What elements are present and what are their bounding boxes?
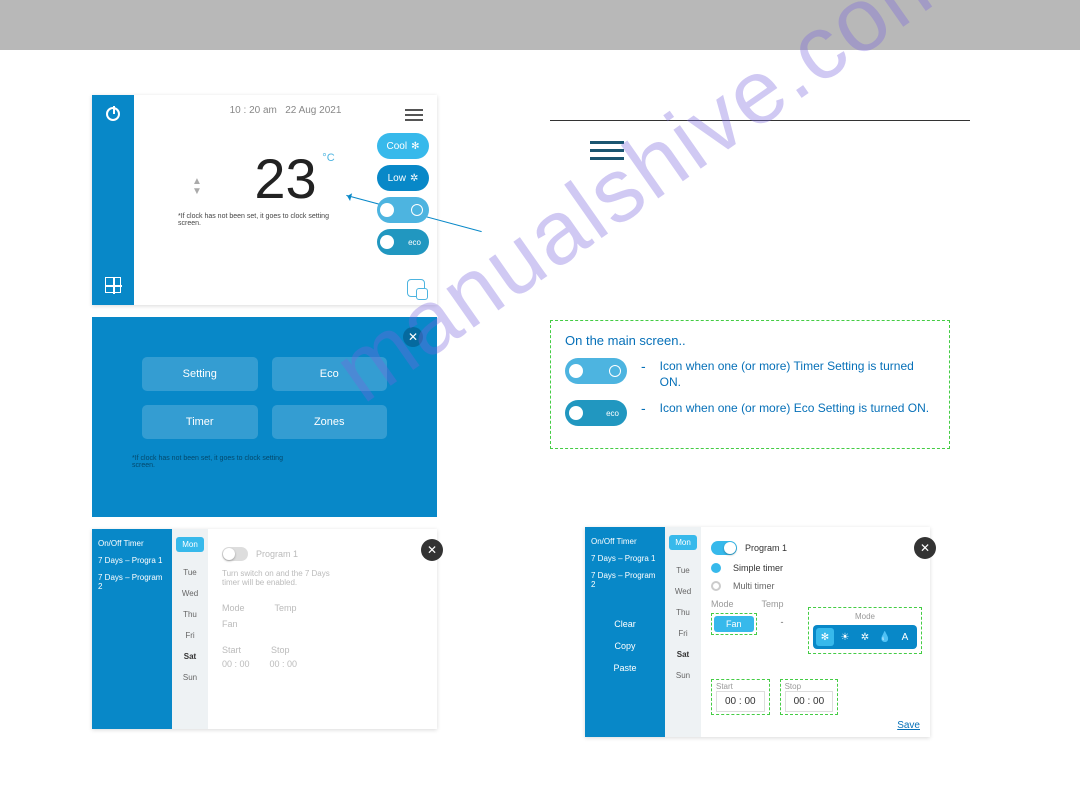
hamburger-icon-large (590, 141, 624, 160)
close-button[interactable]: ✕ (421, 539, 443, 561)
day-fri[interactable]: Fri (185, 631, 194, 640)
datetime: 10 : 20 am 22 Aug 2021 (148, 105, 423, 116)
days-column: Mon Tue Wed Thu Fri Sat Sun (665, 527, 701, 737)
day-sun[interactable]: Sun (676, 671, 690, 680)
close-button[interactable]: ✕ (914, 537, 936, 559)
zones-icon[interactable] (105, 277, 121, 293)
save-link[interactable]: Save (897, 720, 920, 731)
fan-mode-value[interactable]: Fan (714, 616, 754, 632)
timer-button[interactable]: Timer (142, 405, 258, 439)
day-mon[interactable]: Mon (669, 535, 697, 550)
day-sat[interactable]: Sat (677, 650, 689, 659)
page-header-bar (0, 0, 1080, 50)
fan-icon: ✲ (410, 173, 418, 184)
day-tue[interactable]: Tue (676, 566, 690, 575)
divider (550, 120, 970, 121)
cool-button[interactable]: Cool ✻ (377, 133, 429, 159)
program-1-link[interactable]: 7 Days – Progra 1 (591, 554, 659, 563)
main-screen-panel: 10 : 20 am 22 Aug 2021 ▲▼ 23°C *If clock… (92, 95, 437, 305)
power-icon[interactable] (106, 107, 120, 121)
hamburger-icon[interactable] (405, 109, 423, 121)
day-fri[interactable]: Fri (678, 629, 687, 638)
swap-icon[interactable] (407, 279, 425, 297)
fan-low-button[interactable]: Low ✲ (377, 165, 429, 191)
eco-toggle[interactable]: eco (377, 229, 429, 255)
zones-button[interactable]: Zones (272, 405, 388, 439)
close-button[interactable]: ✕ (403, 327, 423, 347)
day-tue[interactable]: Tue (183, 568, 197, 577)
mode-dry-icon[interactable]: 💧 (876, 628, 894, 646)
main-sidebar (92, 95, 134, 305)
timer-info-text: Icon when one (or more) Timer Setting is… (660, 358, 935, 390)
day-thu[interactable]: Thu (183, 610, 197, 619)
clock-note: *If clock has not been set, it goes to c… (178, 213, 338, 227)
day-wed[interactable]: Wed (182, 589, 198, 598)
mode-fan-icon[interactable]: ✲ (856, 628, 874, 646)
eco-button[interactable]: Eco (272, 357, 388, 391)
day-wed[interactable]: Wed (675, 587, 691, 596)
eco-info-text: Icon when one (or more) Eco Setting is t… (660, 400, 929, 416)
multi-radio[interactable] (711, 581, 721, 591)
mode-cool-icon[interactable]: ✻ (816, 628, 834, 646)
day-mon[interactable]: Mon (176, 537, 204, 552)
timer-title: On/Off Timer (98, 539, 166, 548)
program-1-link[interactable]: 7 Days – Progra 1 (98, 556, 166, 565)
stop-time-box[interactable]: Stop 00 : 00 (780, 679, 839, 715)
simple-radio[interactable] (711, 563, 721, 573)
day-sun[interactable]: Sun (183, 673, 197, 682)
paste-button[interactable]: Paste (591, 663, 659, 673)
program-2-link[interactable]: 7 Days – Program 2 (98, 573, 166, 591)
timer-toggle[interactable] (377, 197, 429, 223)
snowflake-icon: ✻ (411, 141, 419, 152)
timer-sidebar: On/Off Timer 7 Days – Progra 1 7 Days – … (585, 527, 665, 737)
mode-auto-icon[interactable]: A (896, 628, 914, 646)
clock-note: *If clock has not been set, it goes to c… (132, 455, 302, 469)
info-callout: On the main screen.. - Icon when one (or… (550, 320, 950, 449)
program-label: Program 1 (256, 549, 298, 559)
program-toggle[interactable] (711, 541, 737, 555)
mode-heat-icon[interactable]: ☀ (836, 628, 854, 646)
clock-icon (609, 365, 621, 377)
setting-button[interactable]: Setting (142, 357, 258, 391)
info-title: On the main screen.. (565, 333, 935, 348)
menu-panel: ✕ Setting Eco Timer Zones *If clock has … (92, 317, 437, 517)
timer-sidebar: On/Off Timer 7 Days – Progra 1 7 Days – … (92, 529, 172, 729)
program-toggle[interactable] (222, 547, 248, 561)
days-column: Mon Tue Wed Thu Fri Sat Sun (172, 529, 208, 729)
timer-title: On/Off Timer (591, 537, 659, 546)
copy-button[interactable]: Copy (591, 641, 659, 651)
day-thu[interactable]: Thu (676, 608, 690, 617)
program-hint: Turn switch on and the 7 Days timer will… (222, 569, 342, 587)
program-label: Program 1 (745, 543, 787, 553)
program-2-link[interactable]: 7 Days – Program 2 (591, 571, 659, 589)
eco-pill-icon: eco (565, 400, 627, 426)
timer-panel-off: On/Off Timer 7 Days – Progra 1 7 Days – … (92, 529, 437, 729)
timer-pill-icon (565, 358, 627, 384)
start-time-box[interactable]: Start 00 : 00 (711, 679, 770, 715)
mode-selector: Mode ✻ ☀ ✲ 💧 A (808, 607, 922, 654)
timer-panel-on: On/Off Timer 7 Days – Progra 1 7 Days – … (585, 527, 930, 737)
clear-button[interactable]: Clear (591, 619, 659, 629)
day-sat[interactable]: Sat (184, 652, 196, 661)
clock-icon (411, 204, 423, 216)
